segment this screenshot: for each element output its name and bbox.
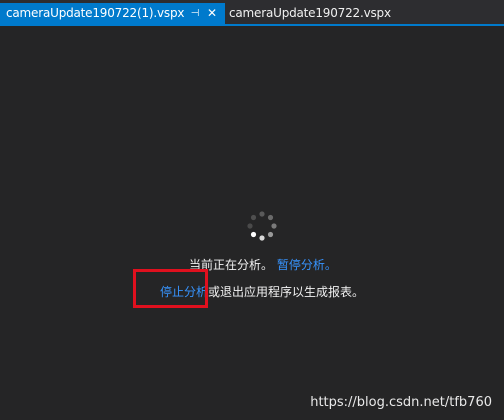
loading-spinner-icon xyxy=(247,211,277,241)
close-icon[interactable]: ✕ xyxy=(205,3,219,24)
analysis-status: 当前正在分析。 暂停分析。 xyxy=(189,256,337,273)
tab-camera-update[interactable]: cameraUpdate190722.vspx xyxy=(227,3,391,24)
stop-analysis-link[interactable]: 停止分析 xyxy=(160,285,208,299)
diagnostic-session-panel: 当前正在分析。 暂停分析。 停止分析或退出应用程序以生成报表。 https://… xyxy=(0,26,504,420)
tab-label: cameraUpdate190722(1).vspx xyxy=(6,6,185,20)
stop-suffix-text: 或退出应用程序以生成报表。 xyxy=(208,285,365,299)
watermark-text: https://blog.csdn.net/tfb760 xyxy=(310,395,492,410)
stop-instructions: 停止分析或退出应用程序以生成报表。 xyxy=(160,283,364,300)
pin-icon[interactable]: ⊣ xyxy=(188,3,202,24)
pause-analysis-link[interactable]: 暂停分析。 xyxy=(277,258,337,272)
document-tab-strip: cameraUpdate190722(1).vspx ⊣ ✕ cameraUpd… xyxy=(0,0,504,24)
status-text: 当前正在分析。 xyxy=(189,258,274,272)
tab-label: cameraUpdate190722.vspx xyxy=(229,6,391,20)
tab-camera-update-1[interactable]: cameraUpdate190722(1).vspx ⊣ ✕ xyxy=(0,3,225,24)
